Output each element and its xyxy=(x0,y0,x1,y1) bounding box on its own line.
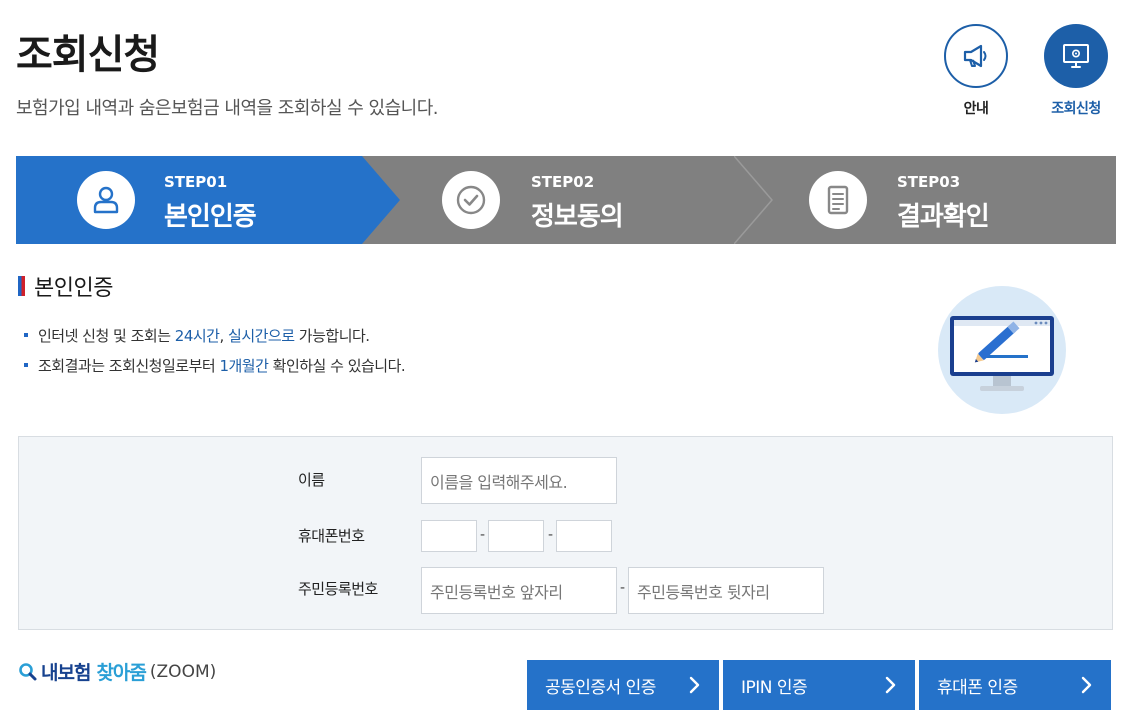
step-separator xyxy=(734,156,773,244)
page-subtitle: 보험가입 내역과 숨은보험금 내역을 조회하실 수 있습니다. xyxy=(16,98,439,119)
notice-highlight: 실시간으로 xyxy=(228,327,295,345)
notice-text: 조회결과는 조회신청일로부터 xyxy=(38,357,220,375)
section-marker xyxy=(18,276,25,296)
ipin-auth-button[interactable]: IPIN 인증 xyxy=(723,660,915,710)
section-title-text: 본인인증 xyxy=(34,276,113,301)
info-button-label: 안내 xyxy=(963,101,989,117)
step-2-number: STEP02 xyxy=(531,173,595,191)
user-icon xyxy=(93,186,119,214)
page-title: 조회신청 xyxy=(16,32,160,78)
notice-text: , xyxy=(219,327,229,345)
notice-list: 인터넷 신청 및 조회는 24시간, 실시간으로 가능합니다. 조회결과는 조회… xyxy=(24,324,406,384)
rrn-label: 주민등록번호 xyxy=(298,580,378,598)
phone-label: 휴대폰번호 xyxy=(298,527,365,545)
phone-separator: - xyxy=(480,527,486,543)
document-icon xyxy=(827,185,849,215)
info-button[interactable]: 안내 xyxy=(941,24,1011,118)
rrn-separator: - xyxy=(620,580,626,596)
phone-input-3[interactable] xyxy=(556,520,612,552)
monitor-gear-icon xyxy=(1063,44,1089,68)
section-heading: 본인인증 xyxy=(18,270,113,302)
identity-form: 이름 이름을 입력해주세요. 휴대폰번호 - - 주민등록번호 주민등록번호 앞… xyxy=(18,436,1113,630)
certificate-auth-button[interactable]: 공동인증서 인증 xyxy=(527,660,719,710)
notice-highlight: 1개월간 xyxy=(219,357,269,375)
logo-text-3: (ZOOM) xyxy=(149,661,217,682)
step-2-name: 정보동의 xyxy=(531,202,624,232)
phone-input-2[interactable] xyxy=(488,520,544,552)
query-request-button[interactable]: 조회신청 xyxy=(1041,24,1111,118)
notice-text: 확인하실 수 있습니다. xyxy=(268,357,406,375)
name-label: 이름 xyxy=(298,471,325,489)
logo-text-1: 내보험 xyxy=(41,662,91,684)
notice-item: 인터넷 신청 및 조회는 24시간, 실시간으로 가능합니다. xyxy=(24,324,405,354)
phone-auth-label: 휴대폰 인증 xyxy=(937,677,1018,698)
magnifier-icon xyxy=(19,662,37,680)
query-request-label: 조회신청 xyxy=(1051,101,1101,117)
step-3-number: STEP03 xyxy=(897,173,961,191)
chevron-right-icon xyxy=(885,676,896,694)
step-1-name: 본인인증 xyxy=(164,202,257,232)
step-1-number: STEP01 xyxy=(164,173,228,191)
notice-highlight: 24시간 xyxy=(174,327,220,345)
rrn-front-input[interactable]: 주민등록번호 앞자리 xyxy=(421,567,617,614)
zoom-logo: 내보험 찾아줌 (ZOOM) xyxy=(18,658,216,685)
chevron-right-icon xyxy=(689,676,700,694)
phone-separator: - xyxy=(548,527,554,543)
monitor-pen-illustration xyxy=(938,286,1066,414)
chevron-right-icon xyxy=(1081,676,1092,694)
notice-text: 가능합니다. xyxy=(294,327,370,345)
certificate-auth-label: 공동인증서 인증 xyxy=(545,677,656,698)
step-progress-bar: STEP01 본인인증 STEP02 정보동의 STEP03 결과확인 xyxy=(16,156,1116,244)
phone-input-1[interactable] xyxy=(421,520,477,552)
step-3-name: 결과확인 xyxy=(897,202,990,232)
name-input[interactable]: 이름을 입력해주세요. xyxy=(421,457,617,504)
megaphone-icon xyxy=(963,44,987,68)
ipin-auth-label: IPIN 인증 xyxy=(741,677,808,698)
rrn-back-input[interactable]: 주민등록번호 뒷자리 xyxy=(628,567,824,614)
phone-auth-button[interactable]: 휴대폰 인증 xyxy=(919,660,1111,710)
check-circle-icon xyxy=(456,185,486,215)
logo-text-2: 찾아줌 xyxy=(96,662,146,684)
notice-text: 인터넷 신청 및 조회는 xyxy=(38,327,175,345)
notice-item: 조회결과는 조회신청일로부터 1개월간 확인하실 수 있습니다. xyxy=(24,354,406,384)
